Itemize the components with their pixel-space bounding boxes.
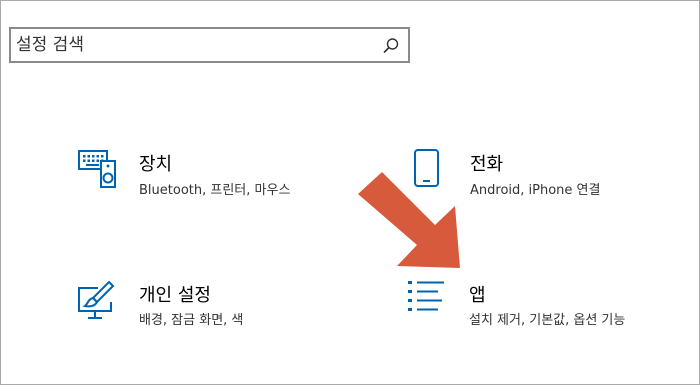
tile-devices-desc: Bluetooth, 프린터, 마우스 [139,183,291,198]
tile-personalization[interactable]: 개인 설정 배경, 잠금 화면, 색 [78,278,318,328]
tile-devices[interactable]: 장치 Bluetooth, 프린터, 마우스 [78,146,318,198]
keyboard-speaker-icon [78,150,116,188]
tile-phone[interactable]: 전화 Android, iPhone 연결 [412,146,652,198]
tile-personalization-title: 개인 설정 [139,285,211,306]
tile-apps-desc: 설치 제거, 기본값, 옵션 기능 [469,313,626,328]
tile-phone-title: 전화 [470,154,504,175]
search-icon[interactable] [382,37,400,55]
tile-devices-title: 장치 [139,154,173,175]
phone-icon [414,149,439,187]
tile-apps-title: 앱 [469,285,486,306]
tile-apps[interactable]: 앱 설치 제거, 기본값, 옵션 기능 [405,278,675,328]
search-input[interactable] [11,29,371,61]
tile-personalization-desc: 배경, 잠금 화면, 색 [139,313,244,328]
tile-phone-desc: Android, iPhone 연결 [470,183,601,198]
settings-search-box[interactable] [9,27,410,63]
apps-list-icon [408,281,444,311]
paint-monitor-icon [78,280,115,319]
